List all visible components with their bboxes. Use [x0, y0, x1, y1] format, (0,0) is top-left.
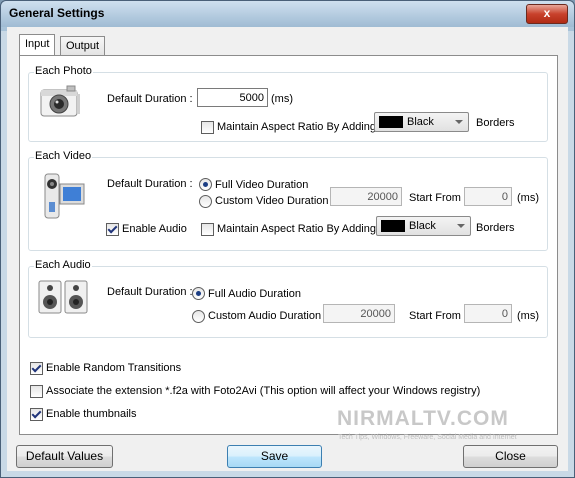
- audio-custom-duration-label: Custom Audio Duration :: [208, 310, 328, 322]
- input-tab-panel: Each Photo Default Duration : 5000 (ms) …: [19, 55, 558, 435]
- enable-thumbnails-checkbox[interactable]: [30, 408, 43, 421]
- photo-duration-label: Default Duration :: [107, 93, 193, 105]
- video-custom-duration-input[interactable]: 20000: [330, 187, 402, 206]
- enable-thumbnails-label: Enable thumbnails: [46, 408, 137, 420]
- video-start-unit: (ms): [517, 192, 539, 204]
- video-border-color-select[interactable]: Black: [376, 216, 471, 236]
- photo-aspect-checkbox[interactable]: [201, 121, 214, 134]
- video-borders-label: Borders: [476, 222, 515, 234]
- video-aspect-label: Maintain Aspect Ratio By Adding: [217, 223, 376, 235]
- audio-start-input[interactable]: 0: [464, 304, 512, 323]
- audio-duration-label: Default Duration :: [107, 286, 193, 298]
- title-bar[interactable]: General Settings x: [1, 1, 574, 27]
- photo-duration-input[interactable]: 5000: [197, 88, 268, 107]
- save-button[interactable]: Save: [227, 445, 322, 468]
- photo-group: Each Photo Default Duration : 5000 (ms) …: [28, 65, 548, 142]
- photo-border-color-value: Black: [407, 116, 434, 128]
- video-full-duration-radio[interactable]: [199, 178, 212, 191]
- watermark-tagline: Tech Tips, Windows, Freeware, Social Med…: [338, 434, 517, 441]
- video-group-label: Each Video: [34, 150, 93, 162]
- dialog-client-area: Input Output Each Photo Default Duration…: [7, 27, 568, 471]
- camera-icon: [40, 85, 80, 117]
- associate-extension-checkbox[interactable]: [30, 385, 43, 398]
- associate-extension-label: Associate the extension *.f2a with Foto2…: [46, 385, 481, 397]
- close-button[interactable]: Close: [463, 445, 558, 468]
- random-transitions-label: Enable Random Transitions: [46, 362, 182, 374]
- video-duration-label: Default Duration :: [107, 178, 193, 190]
- photo-duration-unit: (ms): [271, 93, 293, 105]
- audio-custom-duration-radio[interactable]: [192, 310, 205, 323]
- speakers-icon: [38, 280, 88, 314]
- default-values-button[interactable]: Default Values: [16, 445, 113, 468]
- chevron-down-icon: [455, 120, 463, 124]
- audio-group: Each Audio Default Duration : Full Audio…: [28, 259, 548, 338]
- video-aspect-checkbox[interactable]: [201, 223, 214, 236]
- audio-full-duration-radio[interactable]: [192, 287, 205, 300]
- audio-custom-duration-input[interactable]: 20000: [323, 304, 395, 323]
- enable-audio-label: Enable Audio: [122, 223, 187, 235]
- camcorder-icon: [44, 173, 85, 219]
- photo-border-color-select[interactable]: Black: [374, 112, 469, 132]
- video-custom-duration-radio[interactable]: [199, 195, 212, 208]
- video-custom-duration-label: Custom Video Duration :: [215, 195, 335, 207]
- tab-output[interactable]: Output: [60, 36, 106, 55]
- settings-window: General Settings x Input Output Each Pho…: [0, 0, 575, 478]
- window-close-button[interactable]: x: [526, 4, 568, 24]
- audio-group-label: Each Audio: [34, 259, 92, 271]
- video-full-duration-label: Full Video Duration: [215, 179, 309, 191]
- video-border-color-value: Black: [409, 220, 436, 232]
- random-transitions-checkbox[interactable]: [30, 362, 43, 375]
- audio-full-duration-label: Full Audio Duration: [208, 288, 301, 300]
- photo-aspect-label: Maintain Aspect Ratio By Adding: [217, 121, 376, 133]
- audio-start-label: Start From :: [409, 310, 468, 322]
- chevron-down-icon: [457, 224, 465, 228]
- photo-borders-label: Borders: [476, 117, 515, 129]
- audio-start-unit: (ms): [517, 310, 539, 322]
- photo-border-swatch: [379, 116, 403, 128]
- photo-group-label: Each Photo: [34, 65, 93, 77]
- video-group: Each Video Default Duration : Full Video…: [28, 150, 548, 251]
- tab-input[interactable]: Input: [19, 34, 56, 55]
- watermark-text: NIRMALTV.COM: [337, 407, 509, 430]
- video-start-label: Start From :: [409, 192, 468, 204]
- window-title: General Settings: [9, 6, 105, 20]
- video-border-swatch: [381, 220, 405, 232]
- enable-audio-checkbox[interactable]: [106, 223, 119, 236]
- video-start-input[interactable]: 0: [464, 187, 512, 206]
